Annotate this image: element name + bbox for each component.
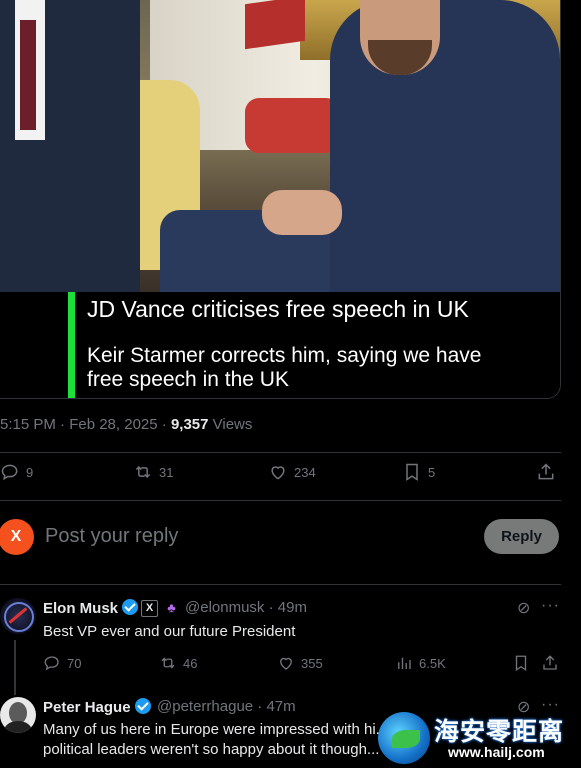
like-count: 234	[294, 464, 316, 480]
share-icon	[538, 463, 554, 480]
verified-badge-icon	[134, 698, 151, 714]
like-count: 355	[301, 655, 323, 671]
repost-count: 31	[159, 464, 174, 480]
bookmark-action[interactable]: 5	[402, 462, 435, 482]
avatar[interactable]	[0, 697, 36, 733]
share-icon	[543, 655, 557, 670]
repost-action[interactable]: 31	[133, 462, 173, 482]
reply-button[interactable]: Reply	[484, 519, 559, 554]
repost-icon	[161, 657, 175, 669]
author-handle[interactable]: @elonmusk · 49m	[185, 599, 307, 616]
share-action[interactable]	[541, 654, 559, 672]
reply-input[interactable]: Post your reply	[45, 525, 178, 548]
more-options-icon[interactable]: ···	[541, 597, 560, 615]
bookmark-count: 5	[428, 464, 436, 480]
author-handle[interactable]: @peterrhague · 47m	[157, 698, 296, 715]
grok-icon[interactable]: ⊘	[517, 598, 531, 618]
reply-icon	[44, 656, 59, 671]
verified-badge-icon	[122, 599, 139, 615]
bookmark-action[interactable]	[512, 654, 530, 672]
thread-connector	[14, 640, 16, 695]
site-watermark: 海安零距离 www.hailj.com	[378, 710, 578, 768]
views-action[interactable]: 6.5K	[395, 654, 446, 672]
views-count: 6.5K	[419, 655, 446, 671]
share-action[interactable]	[536, 462, 556, 482]
repost-count: 46	[183, 655, 198, 671]
author-name[interactable]: Peter Hague	[43, 699, 131, 716]
bookmark-icon	[515, 655, 527, 672]
repost-icon	[135, 465, 151, 479]
x-affiliate-badge-icon: X	[141, 600, 158, 617]
reply-action[interactable]: 70	[43, 654, 81, 672]
caption-subline: Keir Starmer corrects him, saying we hav…	[87, 344, 482, 391]
reply-action[interactable]: 9	[0, 462, 33, 482]
reply-icon	[1, 464, 18, 481]
reply-count: 9	[26, 464, 34, 480]
reply-count: 70	[67, 655, 82, 671]
caption-accent-bar	[68, 292, 75, 398]
repost-action[interactable]: 46	[159, 654, 197, 672]
watermark-url: www.hailj.com	[448, 744, 545, 760]
like-icon	[271, 466, 285, 480]
post-timestamp: 5:15 PM · Feb 28, 2025 · 9,357 Views	[0, 416, 252, 433]
post-time-date[interactable]: 5:15 PM · Feb 28, 2025 ·	[0, 416, 171, 433]
reply-text: Many of us here in Europe were impressed…	[43, 721, 389, 758]
caption-headline: JD Vance criticises free speech in UK	[87, 296, 469, 322]
author-name[interactable]: Elon Musk	[43, 600, 118, 617]
divider	[0, 584, 561, 585]
like-action[interactable]: 355	[277, 654, 323, 672]
post-action-bar: 9 31 234 5	[0, 462, 561, 492]
bookmark-icon	[406, 463, 418, 481]
reply-author[interactable]: Peter Hague	[43, 698, 151, 716]
divider	[0, 500, 561, 501]
like-action[interactable]: 234	[268, 462, 316, 482]
video-player[interactable]: JD Vance criticises free speech in UK Ke…	[0, 0, 561, 399]
reply-text: Best VP ever and our future President	[43, 623, 296, 640]
views-count: 9,357	[170, 416, 209, 433]
community-badge-icon: ♣	[167, 600, 176, 615]
avatar[interactable]	[0, 598, 36, 634]
video-frame	[0, 0, 560, 292]
views-label: Views	[208, 416, 253, 433]
like-icon	[280, 657, 292, 670]
user-avatar[interactable]: X	[0, 519, 34, 555]
reply-author[interactable]: Elon Musk	[43, 599, 139, 617]
analytics-icon	[398, 657, 411, 669]
divider	[0, 452, 561, 453]
watermark-title: 海安零距离	[434, 718, 565, 746]
